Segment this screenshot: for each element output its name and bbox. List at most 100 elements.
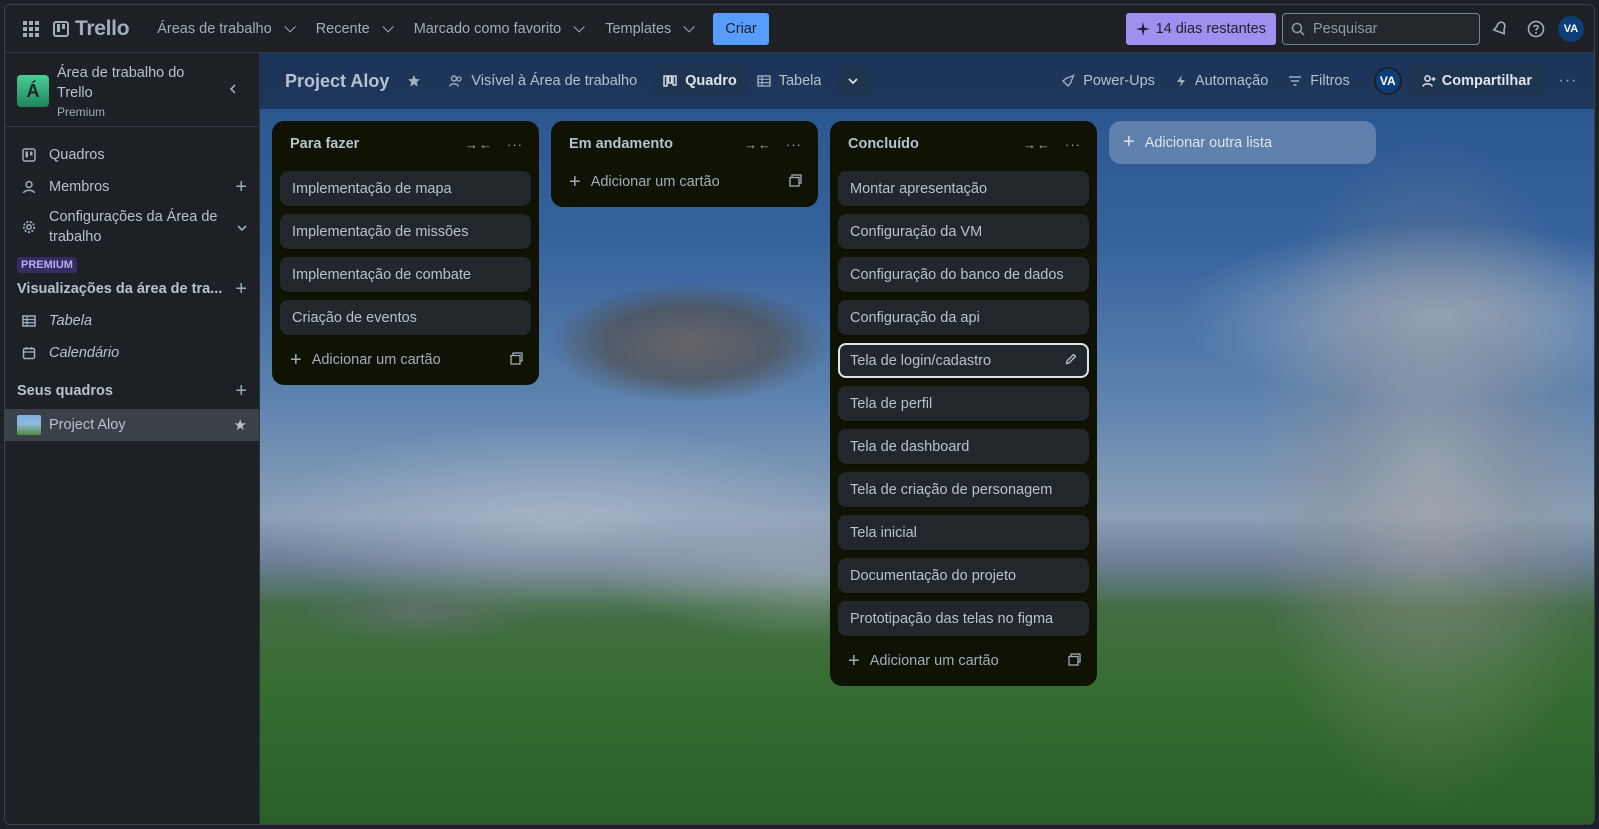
lists-container: Para fazer →← ··· Implementação de mapa … <box>272 121 1376 686</box>
card-template-icon[interactable] <box>510 351 523 369</box>
add-member-icon[interactable]: + <box>235 177 247 197</box>
views-dropdown-button[interactable] <box>837 65 870 97</box>
trial-button[interactable]: 14 dias restantes <box>1125 12 1276 45</box>
card[interactable]: Documentação do projeto <box>838 558 1089 593</box>
filters-button[interactable]: Filtros <box>1278 65 1359 97</box>
board-header: Project Aloy Visível à Área de trabalho … <box>260 53 1594 109</box>
add-card-button[interactable]: + Adicionar um cartão <box>838 644 1089 678</box>
menu-starred[interactable]: Marcado como favorito <box>402 13 593 45</box>
view-board-label: Quadro <box>685 73 737 89</box>
plus-icon: + <box>848 650 860 672</box>
create-button[interactable]: Criar <box>713 12 769 45</box>
visibility-button[interactable]: Visível à Área de trabalho <box>439 65 647 97</box>
add-card-button[interactable]: + Adicionar um cartão <box>559 165 810 199</box>
board-view-icon <box>663 75 677 87</box>
user-avatar[interactable]: VA <box>1558 15 1584 42</box>
sidebar-board-project-aloy[interactable]: Project Aloy ★ <box>5 409 259 441</box>
card[interactable]: Configuração da VM <box>838 214 1089 249</box>
bell-icon <box>1492 20 1506 35</box>
star-icon[interactable]: ★ <box>234 416 247 434</box>
board-title[interactable]: Project Aloy <box>285 71 389 92</box>
list-title[interactable]: Para fazer <box>290 136 451 152</box>
add-card-button[interactable]: + Adicionar um cartão <box>280 343 531 377</box>
sidebar-item-settings[interactable]: Configurações da Área de trabalho <box>5 203 259 251</box>
board-menu-button[interactable]: ··· <box>1552 65 1584 97</box>
table-icon <box>21 313 37 329</box>
more-icon: ··· <box>1558 72 1578 89</box>
view-board-button[interactable]: Quadro <box>653 65 747 97</box>
add-board-icon[interactable]: + <box>235 380 247 403</box>
notifications-button[interactable] <box>1484 13 1516 45</box>
collapse-list-icon[interactable]: →← <box>1023 137 1051 152</box>
list-title[interactable]: Concluído <box>848 136 1009 152</box>
automation-button[interactable]: Automação <box>1165 65 1278 97</box>
add-person-icon <box>1422 75 1436 87</box>
card[interactable]: Prototipação das telas no figma <box>838 601 1089 636</box>
card[interactable]: Configuração do banco de dados <box>838 257 1089 292</box>
share-label: Compartilhar <box>1441 73 1532 89</box>
workspace-plan: Premium <box>57 105 106 119</box>
menu-recent-label: Recente <box>315 20 370 37</box>
view-table-button[interactable]: Tabela <box>747 65 832 97</box>
list-header[interactable]: Em andamento →← ··· <box>559 125 810 163</box>
add-list-label: Adicionar outra lista <box>1144 134 1273 151</box>
menu-workspaces[interactable]: Áreas de trabalho <box>145 13 303 45</box>
list-header[interactable]: Para fazer →← ··· <box>280 125 531 163</box>
view-table-label: Tabela <box>778 73 822 89</box>
menu-templates[interactable]: Templates <box>593 13 703 45</box>
sidebar-item-calendar[interactable]: Calendário <box>5 337 259 369</box>
card[interactable]: Tela de dashboard <box>838 429 1089 464</box>
card[interactable]: Implementação de combate <box>280 257 531 292</box>
card[interactable]: Tela de criação de personagem <box>838 472 1089 507</box>
sidebar-item-members[interactable]: Membros + <box>5 171 259 203</box>
app-switcher-icon[interactable] <box>15 13 47 45</box>
trello-logo[interactable]: Trello <box>53 17 130 41</box>
workspace-logo[interactable]: Á <box>17 75 49 107</box>
calendar-icon <box>21 345 37 361</box>
gear-icon <box>21 219 37 235</box>
powerups-button[interactable]: Power-Ups <box>1051 65 1165 97</box>
menu-recent[interactable]: Recente <box>304 13 402 45</box>
more-icon[interactable]: ··· <box>1065 137 1081 152</box>
add-list-button[interactable]: + Adicionar outra lista <box>1109 121 1376 164</box>
menu-workspaces-label: Áreas de trabalho <box>157 20 272 37</box>
collapse-sidebar-button[interactable] <box>219 75 247 103</box>
card[interactable]: Montar apresentação <box>838 171 1089 206</box>
workspace-name[interactable]: Área de trabalho do Trello <box>57 63 219 103</box>
rocket-icon <box>1062 74 1075 88</box>
collapse-list-icon[interactable]: →← <box>465 137 493 152</box>
more-icon[interactable]: ··· <box>786 137 802 152</box>
search-input[interactable]: Pesquisar <box>1282 12 1480 45</box>
section-title: Seus quadros <box>17 383 113 399</box>
chevron-down-icon <box>573 20 585 33</box>
help-icon <box>1527 20 1545 37</box>
people-icon <box>449 75 463 87</box>
plus-icon: + <box>569 171 581 193</box>
card-hovered[interactable]: Tela de login/cadastro <box>838 343 1089 378</box>
add-card-label: Adicionar um cartão <box>311 352 441 368</box>
card[interactable]: Implementação de mapa <box>280 171 531 206</box>
card[interactable]: Tela de perfil <box>838 386 1089 421</box>
share-button[interactable]: Compartilhar <box>1409 65 1544 97</box>
card[interactable]: Configuração da api <box>838 300 1089 335</box>
lightning-icon <box>1176 75 1185 87</box>
sidebar-item-table[interactable]: Tabela <box>5 305 259 337</box>
help-button[interactable] <box>1520 13 1552 45</box>
collapse-list-icon[interactable]: →← <box>744 137 772 152</box>
star-board-icon[interactable] <box>407 74 421 88</box>
chevron-down-icon[interactable] <box>237 217 247 237</box>
card[interactable]: Tela inicial <box>838 515 1089 550</box>
more-icon[interactable]: ··· <box>507 137 523 152</box>
board-member-avatar[interactable]: VA <box>1373 67 1402 95</box>
card-template-icon[interactable] <box>1068 652 1081 670</box>
card[interactable]: Criação de eventos <box>280 300 531 335</box>
list-title[interactable]: Em andamento <box>569 136 730 152</box>
add-view-icon[interactable]: + <box>235 278 247 301</box>
list-header[interactable]: Concluído →← ··· <box>838 125 1089 163</box>
sidebar-item-boards[interactable]: Quadros <box>5 139 259 171</box>
chevron-down-icon <box>848 78 859 85</box>
sparkle-icon <box>1135 21 1150 36</box>
edit-pencil-icon[interactable] <box>1065 353 1077 369</box>
card[interactable]: Implementação de missões <box>280 214 531 249</box>
card-template-icon[interactable] <box>789 173 802 191</box>
